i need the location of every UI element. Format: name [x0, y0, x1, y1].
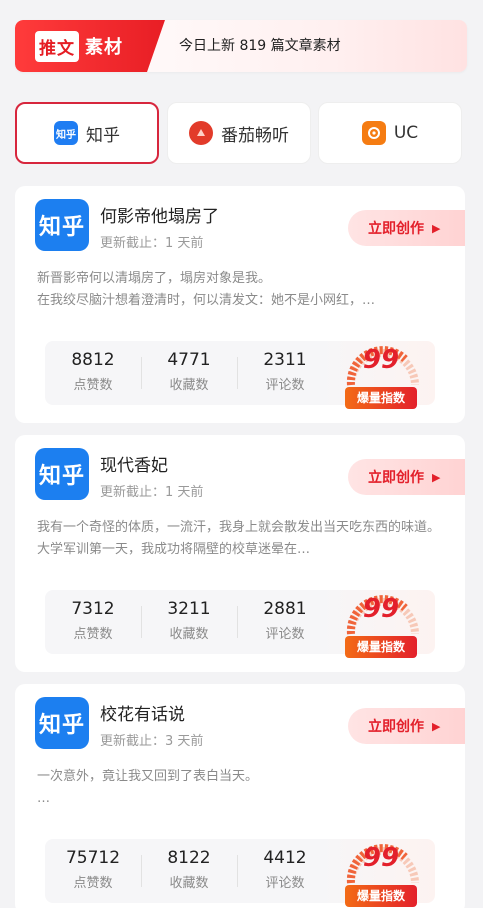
zhihu-icon: 知乎 [54, 121, 78, 145]
tab-fanqie[interactable]: 番茄畅听 [167, 102, 311, 164]
material-card[interactable]: 知乎 何影帝他塌房了 更新截止：1 天前 立即创作 ▶ 新晋影帝何以清塌房了，塌… [15, 186, 465, 423]
material-card[interactable]: 知乎 现代香妃 更新截止：1 天前 立即创作 ▶ 我有一个奇怪的体质，一流汗，我… [15, 435, 465, 672]
banner-badge-text-b: 素材 [85, 37, 123, 58]
material-card[interactable]: 知乎 校花有话说 更新截止：3 天前 立即创作 ▶ 一次意外，竟让我又回到了表白… [15, 684, 465, 908]
stat-favorites-label: 收藏数 [169, 627, 209, 642]
stat-comments: 2881 评论数 [237, 590, 333, 642]
stat-comments-label: 评论数 [265, 627, 305, 642]
zhihu-app-logo: 知乎 [35, 697, 89, 749]
stat-likes-label: 点赞数 [73, 876, 113, 891]
tab-label-zhihu: 知乎 [86, 125, 120, 146]
stat-favorites: 4771 收藏数 [141, 341, 237, 393]
stat-likes-label: 点赞数 [73, 627, 113, 642]
zhihu-app-logo: 知乎 [35, 199, 89, 251]
stat-favorites-value: 3211 [167, 599, 211, 619]
stat-favorites-value: 4771 [167, 350, 211, 370]
tab-label-fanqie: 番茄畅听 [221, 125, 289, 146]
stats-panel: 75712 点赞数 8122 收藏数 4412 评论数 99 爆量指数 [45, 839, 435, 907]
card-summary: 一次意外，竟让我又回到了表白当天。 … [37, 769, 259, 806]
tab-label-uc: UC [393, 123, 419, 143]
hot-index-label: 爆量指数 [345, 636, 417, 658]
stat-likes-value: 8812 [71, 350, 115, 370]
stat-comments: 4412 评论数 [237, 839, 333, 891]
stat-favorites: 3211 收藏数 [141, 590, 237, 642]
create-now-label: 立即创作 [368, 719, 424, 735]
hot-index-gauge: 99 爆量指数 [343, 831, 423, 907]
tab-zhihu[interactable]: 知乎 知乎 [15, 102, 159, 164]
hot-index-value: 99 [362, 345, 400, 375]
fanqie-icon [189, 121, 213, 145]
stat-likes-value: 7312 [71, 599, 115, 619]
stat-favorites-label: 收藏数 [169, 876, 209, 891]
banner-badge-text-a: 推文 [35, 30, 79, 62]
tab-uc[interactable]: UC [318, 102, 462, 164]
stat-favorites: 8122 收藏数 [141, 839, 237, 891]
hot-index-value: 99 [362, 843, 400, 873]
stat-comments: 2311 评论数 [237, 341, 333, 393]
create-now-label: 立即创作 [368, 221, 424, 237]
card-title[interactable]: 校花有话说 [100, 700, 185, 725]
card-title[interactable]: 何影帝他塌房了 [100, 202, 219, 227]
play-arrow-icon: ▶ [432, 221, 441, 235]
stat-comments-value: 4412 [263, 848, 307, 868]
banner[interactable]: 推文 素材 今日上新 819 篇文章素材 [15, 20, 467, 72]
stat-likes-value: 75712 [65, 848, 121, 868]
card-title[interactable]: 现代香妃 [100, 451, 168, 476]
stat-likes: 8812 点赞数 [45, 341, 141, 393]
card-summary: 新晋影帝何以清塌房了，塌房对象是我。 在我绞尽脑汁想着澄清时，何以清发文：她不是… [37, 271, 376, 308]
create-now-button[interactable]: 立即创作 ▶ [348, 459, 465, 495]
stat-comments-label: 评论数 [265, 876, 305, 891]
stat-comments-label: 评论数 [265, 378, 305, 393]
stats-panel: 7312 点赞数 3211 收藏数 2881 评论数 99 爆量指数 [45, 590, 435, 658]
banner-text: 今日上新 819 篇文章素材 [179, 38, 341, 54]
stat-favorites-label: 收藏数 [169, 378, 209, 393]
create-now-button[interactable]: 立即创作 ▶ [348, 210, 465, 246]
stat-comments-value: 2881 [263, 599, 307, 619]
play-arrow-icon: ▶ [432, 719, 441, 733]
stat-likes: 7312 点赞数 [45, 590, 141, 642]
create-now-label: 立即创作 [368, 470, 424, 486]
hot-index-gauge: 99 爆量指数 [343, 582, 423, 658]
card-summary: 我有一个奇怪的体质，一流汗，我身上就会散发出当天吃东西的味道。大学军训第一天，我… [37, 520, 441, 557]
hot-index-label: 爆量指数 [345, 387, 417, 409]
stat-comments-value: 2311 [263, 350, 307, 370]
card-updated: 更新截止：3 天前 [100, 734, 204, 749]
play-arrow-icon: ▶ [432, 470, 441, 484]
hot-index-gauge: 99 爆量指数 [343, 333, 423, 409]
stat-likes: 75712 点赞数 [45, 839, 141, 891]
zhihu-app-logo: 知乎 [35, 448, 89, 500]
hot-index-label: 爆量指数 [345, 885, 417, 907]
hot-index-value: 99 [362, 594, 400, 624]
banner-badge: 推文 素材 [15, 20, 165, 72]
stat-likes-label: 点赞数 [73, 378, 113, 393]
create-now-button[interactable]: 立即创作 ▶ [348, 708, 465, 744]
stats-panel: 8812 点赞数 4771 收藏数 2311 评论数 99 爆量指数 [45, 341, 435, 409]
stat-favorites-value: 8122 [167, 848, 211, 868]
card-updated: 更新截止：1 天前 [100, 236, 204, 251]
card-updated: 更新截止：1 天前 [100, 485, 204, 500]
uc-icon [361, 121, 386, 145]
